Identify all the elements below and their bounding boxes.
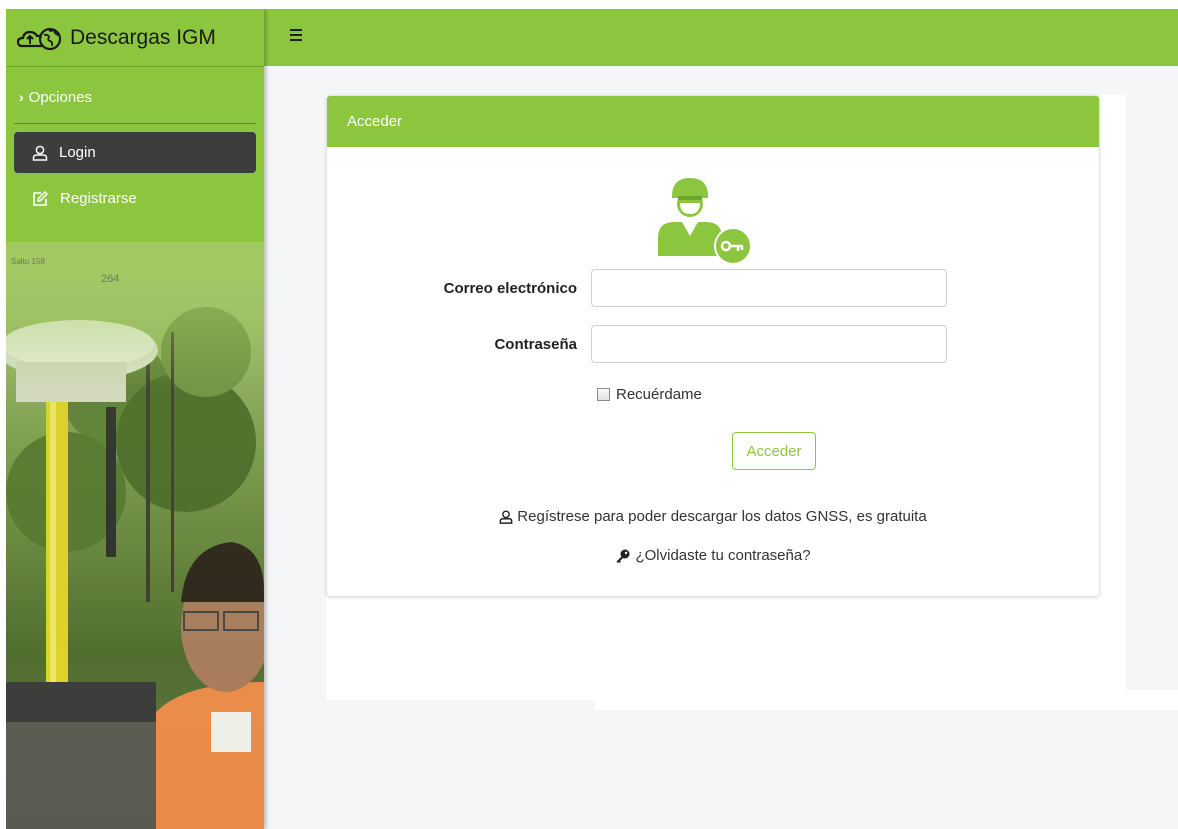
key-icon <box>615 549 631 563</box>
password-row: Contraseña <box>327 325 947 363</box>
sidebar-photo: Salto 158 264 <box>6 242 264 829</box>
brand[interactable]: Descargas IGM <box>6 9 264 67</box>
sidebar-section-opciones[interactable]: › Opciones <box>6 79 264 115</box>
email-field[interactable] <box>591 269 947 307</box>
svg-text:Salto 158: Salto 158 <box>11 257 45 266</box>
register-text: Regístrese para poder descargar los dato… <box>517 508 927 525</box>
login-button[interactable]: Acceder <box>732 432 816 470</box>
register-link[interactable]: Regístrese para poder descargar los dato… <box>327 508 1099 525</box>
remember-checkbox[interactable] <box>597 388 610 401</box>
password-label: Contraseña <box>494 335 577 353</box>
svg-text:264: 264 <box>101 273 119 285</box>
forgot-text: ¿Olvidaste tu contraseña? <box>635 547 811 564</box>
sidebar: Descargas IGM › Opciones Login Registrar… <box>6 9 264 829</box>
sidebar-item-registrarse[interactable]: Registrarse <box>14 178 256 219</box>
remember-label: Recuérdame <box>616 386 702 403</box>
panel-title: Acceder <box>347 113 403 130</box>
user-key-icon <box>658 178 752 265</box>
brand-title: Descargas IGM <box>70 25 216 49</box>
chevron-right-icon: › <box>19 89 24 105</box>
app-window: Descargas IGM › Opciones Login Registrar… <box>6 9 1178 829</box>
edit-icon <box>33 190 49 206</box>
remember-me[interactable]: Recuérdame <box>597 386 702 403</box>
panel-heading: Acceder <box>327 96 1099 147</box>
email-row: Correo electrónico <box>327 269 947 307</box>
forgot-password-link[interactable]: ¿Olvidaste tu contraseña? <box>327 547 1099 564</box>
divider <box>14 123 256 124</box>
hamburger-icon[interactable] <box>290 29 302 41</box>
login-panel: Acceder Correo electrónico Contraseña Re <box>326 95 1100 597</box>
sidebar-item-label: Login <box>59 144 96 161</box>
sidebar-item-login[interactable]: Login <box>14 132 256 173</box>
user-icon <box>499 510 513 524</box>
user-icon <box>32 145 48 161</box>
sidebar-item-label: Registrarse <box>60 190 137 207</box>
top-bar <box>264 9 1178 66</box>
cloud-globe-icon <box>16 27 62 50</box>
email-label: Correo electrónico <box>443 279 577 297</box>
sidebar-section-label: Opciones <box>28 88 93 106</box>
content-area-strip <box>595 690 1178 710</box>
password-field[interactable] <box>591 325 947 363</box>
